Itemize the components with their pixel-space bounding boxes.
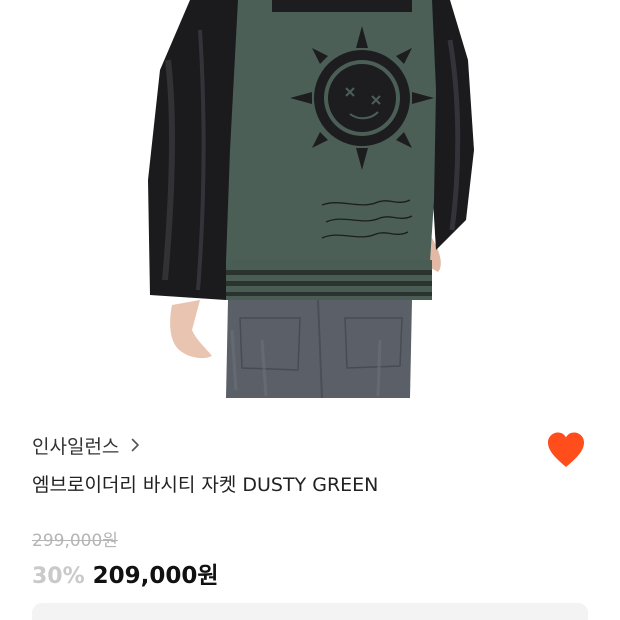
product-image[interactable] [0, 0, 620, 398]
discount-rate: 30% [32, 564, 85, 589]
sale-price: 209,000원 [92, 563, 219, 589]
brand-link[interactable]: 인사일런스 [32, 430, 141, 460]
chevron-right-icon [131, 438, 141, 452]
heart-icon[interactable] [545, 430, 587, 470]
product-title: 엠브로이더리 바시티 자켓 DUSTY GREEN [32, 474, 379, 496]
original-price: 299,000원 [32, 531, 118, 551]
info-banner[interactable] [32, 603, 588, 620]
price-row: 30% 209,000원 [32, 556, 219, 590]
brand-name: 인사일런스 [32, 435, 120, 458]
product-page: 인사일런스 엠브로이더리 바시티 자켓 DUSTY GREEN 299,000원… [0, 0, 620, 620]
